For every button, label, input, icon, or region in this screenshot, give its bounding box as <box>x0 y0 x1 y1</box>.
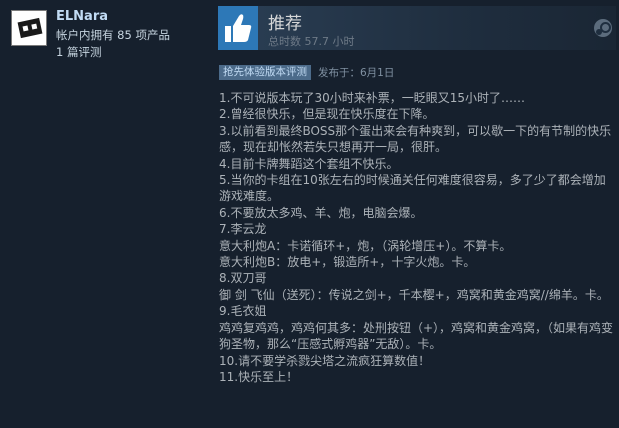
early-access-badge: 抢先体验版本评测 <box>219 65 311 80</box>
review-line: 意大利炮A：卡诺循环+，炮，（涡轮增压+）。不算卡。 <box>219 238 512 253</box>
products-owned[interactable]: 帐户内拥有 85 项产品 <box>56 27 170 43</box>
review-count[interactable]: 1 篇评测 <box>56 44 101 60</box>
review-line: 鸡鸡复鸡鸡，鸡鸡何其多：处刑按钮（+），鸡窝和黄金鸡窝，（如果有鸡变狗圣物，那么… <box>219 320 614 352</box>
review-line: 1.不可说版本玩了30小时来补票，一眨眼又15小时了…… <box>219 91 525 105</box>
review-line: 10.请不要学杀戮尖塔之流疯狂算数值！ <box>219 353 431 368</box>
review-line: 御 剑 飞仙（送死）：传说之剑+，千本樱+，鸡窝和黄金鸡窝//绵羊。卡。 <box>219 287 609 302</box>
thumbs-up-icon <box>218 6 258 50</box>
posted-date: 发布于：6月1日 <box>318 67 395 79</box>
review-line: 8.双刀哥 <box>219 271 267 286</box>
review-card: ELNara 帐户内拥有 85 项产品 1 篇评测 推荐 总时数 57.7 小时… <box>0 0 619 428</box>
review-line: 9.毛衣姐 <box>219 304 267 319</box>
author-panel: ELNara 帐户内拥有 85 项产品 1 篇评测 <box>0 0 205 428</box>
review-line: 2.曾经很快乐，但是现在快乐度在下降。 <box>219 107 435 122</box>
avatar[interactable] <box>11 10 47 46</box>
review-line: 4.目前卡牌舞蹈这个套组不快乐。 <box>219 156 399 171</box>
review-panel: 推荐 总时数 57.7 小时 抢先体验版本评测 发布于：6月1日 1.不可说版本… <box>209 0 619 428</box>
review-line: 意大利炮B：放电+，锻造所+，十字火炮。卡。 <box>219 255 476 270</box>
review-meta: 抢先体验版本评测 发布于：6月1日 <box>219 65 394 80</box>
review-line: 3.以前看到最终BOSS那个蛋出来会有种爽到，可以歇一下的有节制的快乐感，现在却… <box>219 123 612 155</box>
playtime-hours: 总时数 57.7 小时 <box>268 35 355 48</box>
review-verdict: 推荐 <box>268 14 302 34</box>
avatar-face-icon <box>17 17 43 39</box>
review-line: 5.当你的卡组在10张左右的时候通关任何难度很容易，多了少了都会增加游戏难度。 <box>219 173 606 204</box>
author-name[interactable]: ELNara <box>56 9 108 24</box>
review-content: 1.不可说版本玩了30小时来补票，一眨眼又15小时了…… 2.曾经很快乐，但是现… <box>219 90 615 385</box>
review-line: 7.李云龙 <box>219 222 267 237</box>
review-line: 11.快乐至上！ <box>219 369 299 384</box>
steam-icon[interactable] <box>594 19 612 37</box>
vote-header[interactable]: 推荐 总时数 57.7 小时 <box>218 6 616 50</box>
review-line: 6.不要放太多鸡、羊、炮，电脑会爆。 <box>219 205 423 220</box>
